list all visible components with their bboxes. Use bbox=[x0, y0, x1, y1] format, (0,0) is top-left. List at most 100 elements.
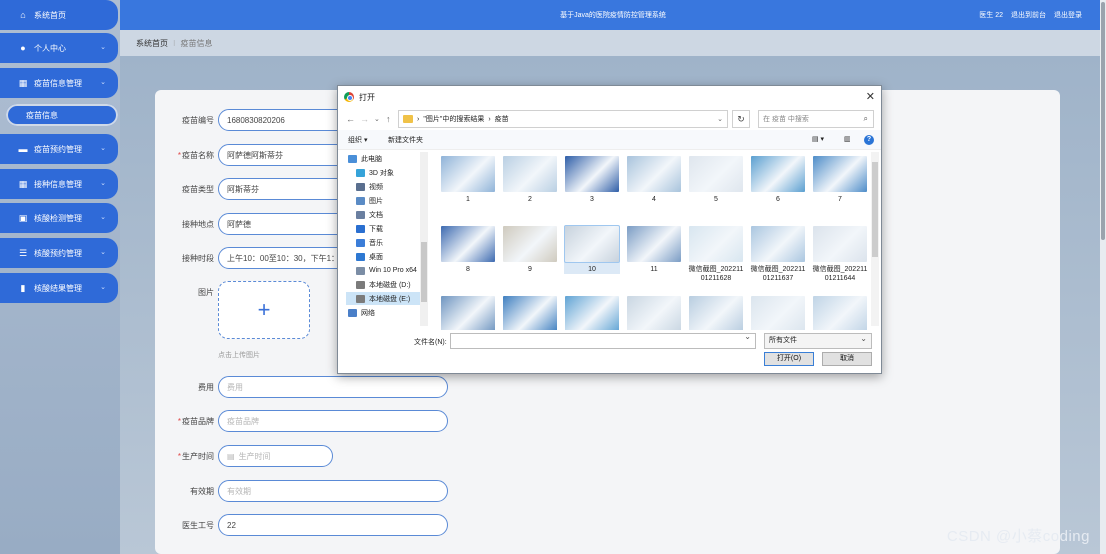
validity-input[interactable]: 有效期 bbox=[218, 480, 448, 502]
brand-input[interactable]: 疫苗品牌 bbox=[218, 410, 448, 432]
file-item[interactable] bbox=[688, 296, 744, 330]
tree-item[interactable]: 音乐 bbox=[346, 236, 428, 249]
file-item[interactable]: 5 bbox=[688, 156, 744, 204]
submenu-vaccine-info[interactable]: 疫苗信息 bbox=[6, 104, 118, 126]
tree-item[interactable]: Win 10 Pro x64 bbox=[346, 264, 428, 277]
file-item[interactable]: 6 bbox=[750, 156, 806, 204]
sidebar-item-nucleic-booking-mgmt[interactable]: ☰ 核酸预约管理 ⌄ bbox=[0, 238, 118, 268]
tree-item[interactable]: 图片 bbox=[346, 194, 428, 207]
up-arrow-icon[interactable]: ↑ bbox=[386, 114, 391, 124]
file-item[interactable] bbox=[502, 296, 558, 330]
recent-chevron-icon[interactable]: ⌄ bbox=[374, 115, 380, 123]
cancel-button[interactable]: 取消 bbox=[822, 352, 872, 366]
open-button[interactable]: 打开(O) bbox=[764, 352, 814, 366]
sidebar: ⌂ 系统首页 ● 个人中心 ⌄ ▦ 疫苗信息管理 ⌄ 疫苗信息 ▬ 疫苗预约管理… bbox=[0, 0, 120, 554]
production-time-input[interactable]: ▤ 生产时间 bbox=[218, 445, 333, 467]
file-item[interactable]: 微信截图_20221101211644 bbox=[812, 226, 868, 283]
chevron-down-icon: ⌄ bbox=[100, 145, 106, 152]
forward-arrow-icon[interactable]: → bbox=[360, 114, 369, 124]
sidebar-item-personal-center[interactable]: ● 个人中心 ⌄ bbox=[0, 33, 118, 63]
tree-item[interactable]: 3D 对象 bbox=[346, 166, 428, 179]
new-folder-button[interactable]: 新建文件夹 bbox=[388, 135, 423, 145]
user-icon: ● bbox=[20, 43, 26, 53]
file-thumbnail bbox=[689, 296, 743, 330]
tree-scrollbar[interactable] bbox=[420, 152, 428, 326]
tree-item[interactable]: 桌面 bbox=[346, 250, 428, 263]
organize-button[interactable]: 组织 ▾ bbox=[348, 135, 367, 145]
file-label: 微信截图_20221101211637 bbox=[750, 266, 806, 282]
sidebar-item-vaccine-info-mgmt[interactable]: ▦ 疫苗信息管理 ⌄ bbox=[0, 68, 118, 98]
form-row-doctor-id: 医生工号 22 bbox=[160, 514, 448, 536]
box-icon: ▣ bbox=[18, 212, 28, 223]
file-item[interactable] bbox=[812, 296, 868, 330]
path-segment[interactable]: "图片"中的搜索结果 bbox=[423, 114, 484, 124]
fee-input[interactable]: 费用 bbox=[218, 376, 448, 398]
file-item[interactable]: 11 bbox=[626, 226, 682, 274]
page-scrollbar[interactable] bbox=[1100, 0, 1106, 554]
back-arrow-icon[interactable]: ← bbox=[346, 114, 355, 124]
upload-tip: 点击上传图片 bbox=[218, 352, 260, 359]
logout-link[interactable]: 退出登录 bbox=[1054, 10, 1082, 20]
file-open-dialog: 打开 ✕ ← → ⌄ ↑ › "图片"中的搜索结果 › 疫苗 ⌄ ↻ 在 疫苗 … bbox=[337, 85, 882, 374]
address-bar[interactable]: › "图片"中的搜索结果 › 疫苗 ⌄ bbox=[398, 110, 728, 128]
file-item[interactable]: 7 bbox=[812, 156, 868, 204]
refresh-button[interactable]: ↻ bbox=[732, 110, 750, 128]
file-label: 1 bbox=[466, 196, 470, 203]
file-item[interactable]: 9 bbox=[502, 226, 558, 274]
tree-item-label: 本地磁盘 (D:) bbox=[369, 281, 411, 289]
file-item[interactable] bbox=[750, 296, 806, 330]
sidebar-item-home[interactable]: ⌂ 系统首页 bbox=[0, 0, 118, 30]
tree-item-icon bbox=[356, 224, 365, 233]
file-label: 7 bbox=[838, 196, 842, 203]
view-options-icon[interactable]: ▤ ▾ bbox=[812, 135, 824, 143]
file-item[interactable]: 4 bbox=[626, 156, 682, 204]
sidebar-item-nucleic-result-mgmt[interactable]: ▮ 核酸结果管理 ⌄ bbox=[0, 273, 118, 303]
plus-icon: + bbox=[257, 297, 271, 322]
sidebar-item-label: 核酸结果管理 bbox=[34, 283, 82, 293]
breadcrumb-home[interactable]: 系统首页 bbox=[136, 38, 168, 49]
file-item[interactable]: 10 bbox=[564, 225, 620, 274]
file-item[interactable] bbox=[440, 296, 496, 330]
tree-item[interactable]: 本地磁盘 (E:) bbox=[346, 292, 428, 305]
file-label: 微信截图_20221101211644 bbox=[812, 266, 868, 282]
chevron-down-icon[interactable]: ⌄ bbox=[717, 115, 723, 123]
file-item[interactable]: 微信截图_20221101211637 bbox=[750, 226, 806, 283]
doctor-id-input[interactable]: 22 bbox=[218, 514, 448, 536]
image-upload-button[interactable]: + bbox=[218, 281, 310, 339]
filetype-select[interactable]: 所有文件 bbox=[764, 332, 872, 349]
file-grid: 1 2 3 4 5 6 7 8 9 10 11 微信截图_20221101211628 微信截图_202… bbox=[438, 150, 872, 330]
file-item[interactable]: 1 bbox=[440, 156, 496, 204]
search-input[interactable]: 在 疫苗 中搜索 ⌕ bbox=[758, 110, 874, 128]
tree-item[interactable]: 此电脑 bbox=[346, 152, 428, 165]
path-segment[interactable]: 疫苗 bbox=[495, 114, 509, 124]
tree-item[interactable]: 本地磁盘 (D:) bbox=[346, 278, 428, 291]
file-thumbnail bbox=[503, 296, 557, 330]
file-item[interactable] bbox=[564, 296, 620, 330]
file-item[interactable] bbox=[626, 296, 682, 330]
filename-input[interactable] bbox=[450, 332, 756, 349]
file-item[interactable]: 3 bbox=[564, 156, 620, 204]
sidebar-item-nucleic-test-mgmt[interactable]: ▣ 核酸检测管理 ⌄ bbox=[0, 203, 118, 233]
help-icon[interactable]: ? bbox=[864, 135, 874, 145]
preview-pane-icon[interactable]: ▥ bbox=[844, 135, 851, 143]
tree-item[interactable]: 下载 bbox=[346, 222, 428, 235]
tree-item[interactable]: 网络 bbox=[346, 306, 428, 319]
file-thumbnail bbox=[751, 226, 805, 262]
file-grid-scrollbar[interactable] bbox=[871, 152, 879, 326]
address-row: ← → ⌄ ↑ › "图片"中的搜索结果 › 疫苗 ⌄ ↻ 在 疫苗 中搜索 ⌕ bbox=[338, 108, 881, 130]
sidebar-item-vaccination-info-mgmt[interactable]: ▦ 接种信息管理 ⌄ bbox=[0, 169, 118, 199]
close-icon[interactable]: ✕ bbox=[866, 90, 875, 103]
sidebar-item-vaccine-booking-mgmt[interactable]: ▬ 疫苗预约管理 ⌄ bbox=[0, 134, 118, 164]
form-row-image: 图片 bbox=[160, 287, 218, 298]
tree-item-label: 桌面 bbox=[369, 253, 383, 261]
tree-item-label: 图片 bbox=[369, 197, 383, 205]
file-item[interactable]: 微信截图_20221101211628 bbox=[688, 226, 744, 283]
file-item[interactable]: 2 bbox=[502, 156, 558, 204]
tree-item[interactable]: 文档 bbox=[346, 208, 428, 221]
filename-label: 文件名(N): bbox=[414, 339, 447, 346]
file-thumbnail bbox=[441, 156, 495, 192]
back-to-front-link[interactable]: 退出到前台 bbox=[1011, 10, 1046, 20]
tree-item[interactable]: 视频 bbox=[346, 180, 428, 193]
file-item[interactable]: 8 bbox=[440, 226, 496, 274]
field-label: 医生工号 bbox=[182, 520, 214, 530]
